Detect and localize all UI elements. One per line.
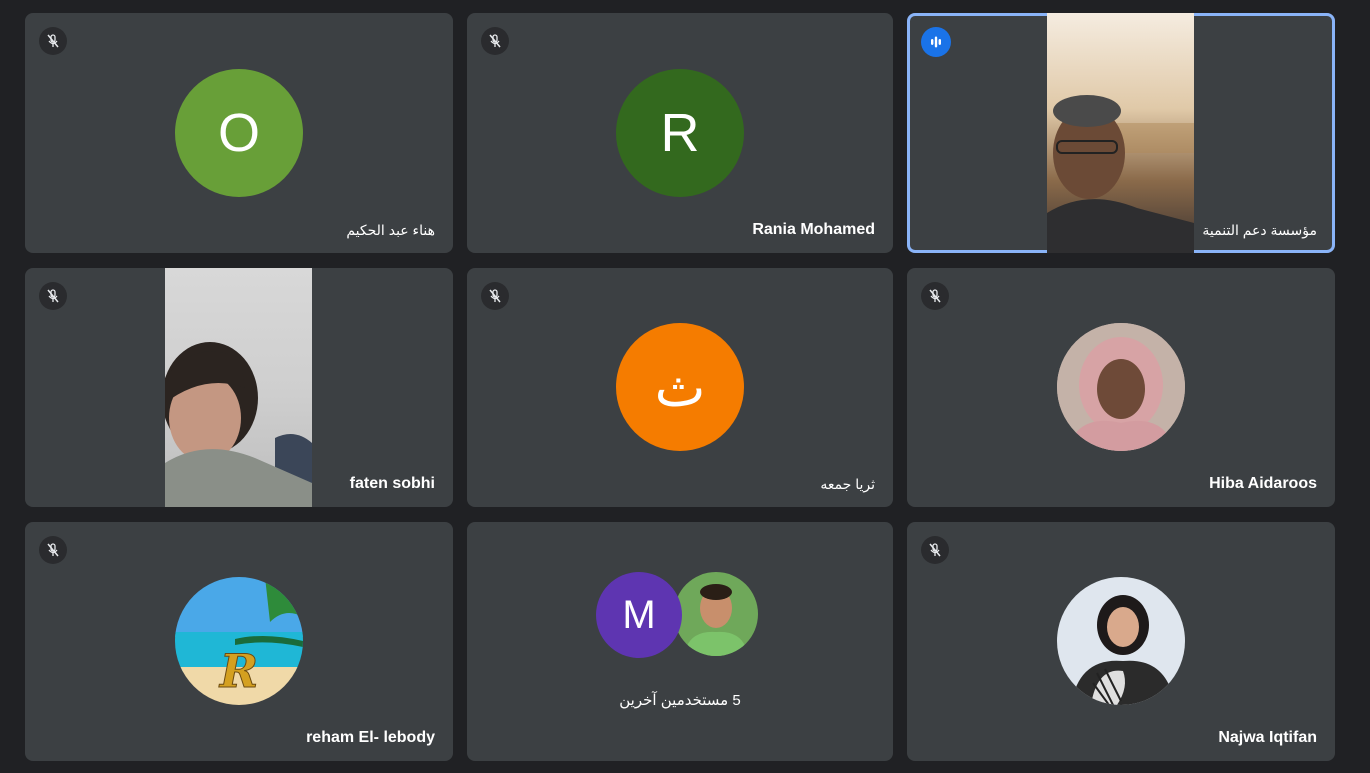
participant-name: Hiba Aidaroos	[1209, 475, 1317, 492]
participant-tile-5[interactable]: ث ثريا جمعه	[467, 268, 893, 507]
participant-name: مؤسسة دعم التنمية	[1202, 222, 1317, 238]
mic-off-icon	[921, 536, 949, 564]
avatar-photo: R	[175, 577, 303, 705]
avatar: M	[596, 572, 682, 658]
participant-tile-2[interactable]: R Rania Mohamed	[467, 13, 893, 253]
participant-tile-4[interactable]: faten sobhi	[25, 268, 453, 507]
others-count-label: 5 مستخدمين آخرين	[619, 692, 741, 709]
mic-off-icon	[481, 282, 509, 310]
svg-text:R: R	[218, 644, 258, 698]
participant-tile-6[interactable]: Hiba Aidaroos	[907, 268, 1335, 507]
audio-level-icon	[921, 27, 951, 57]
mic-off-icon	[39, 282, 67, 310]
mic-off-icon	[481, 27, 509, 55]
participant-name: reham El- lebody	[306, 729, 435, 746]
avatar-photo	[1057, 577, 1185, 705]
participant-name: faten sobhi	[349, 475, 435, 492]
participant-name: Rania Mohamed	[752, 221, 875, 238]
avatar: O	[175, 69, 303, 197]
participant-tile-7[interactable]: R reham El- lebody	[25, 522, 453, 761]
mic-off-icon	[39, 27, 67, 55]
avatar: R	[616, 69, 744, 197]
mic-off-icon	[921, 282, 949, 310]
mic-off-icon	[39, 536, 67, 564]
others-tile[interactable]: M 5 مستخدمين آخرين	[467, 522, 893, 761]
participant-tile-8[interactable]: Najwa Iqtifan	[907, 522, 1335, 761]
participant-name: Najwa Iqtifan	[1218, 729, 1317, 746]
participant-tile-1[interactable]: O هناء عبد الحكيم	[25, 13, 453, 253]
participant-name: ثريا جمعه	[820, 476, 875, 492]
avatar-photo	[674, 572, 758, 656]
participant-video	[165, 268, 312, 507]
participant-name: هناء عبد الحكيم	[346, 222, 435, 238]
avatar-photo	[1057, 323, 1185, 451]
avatar: ث	[616, 323, 744, 451]
participant-tile-3[interactable]: مؤسسة دعم التنمية	[907, 13, 1335, 253]
participant-video	[1047, 13, 1194, 253]
